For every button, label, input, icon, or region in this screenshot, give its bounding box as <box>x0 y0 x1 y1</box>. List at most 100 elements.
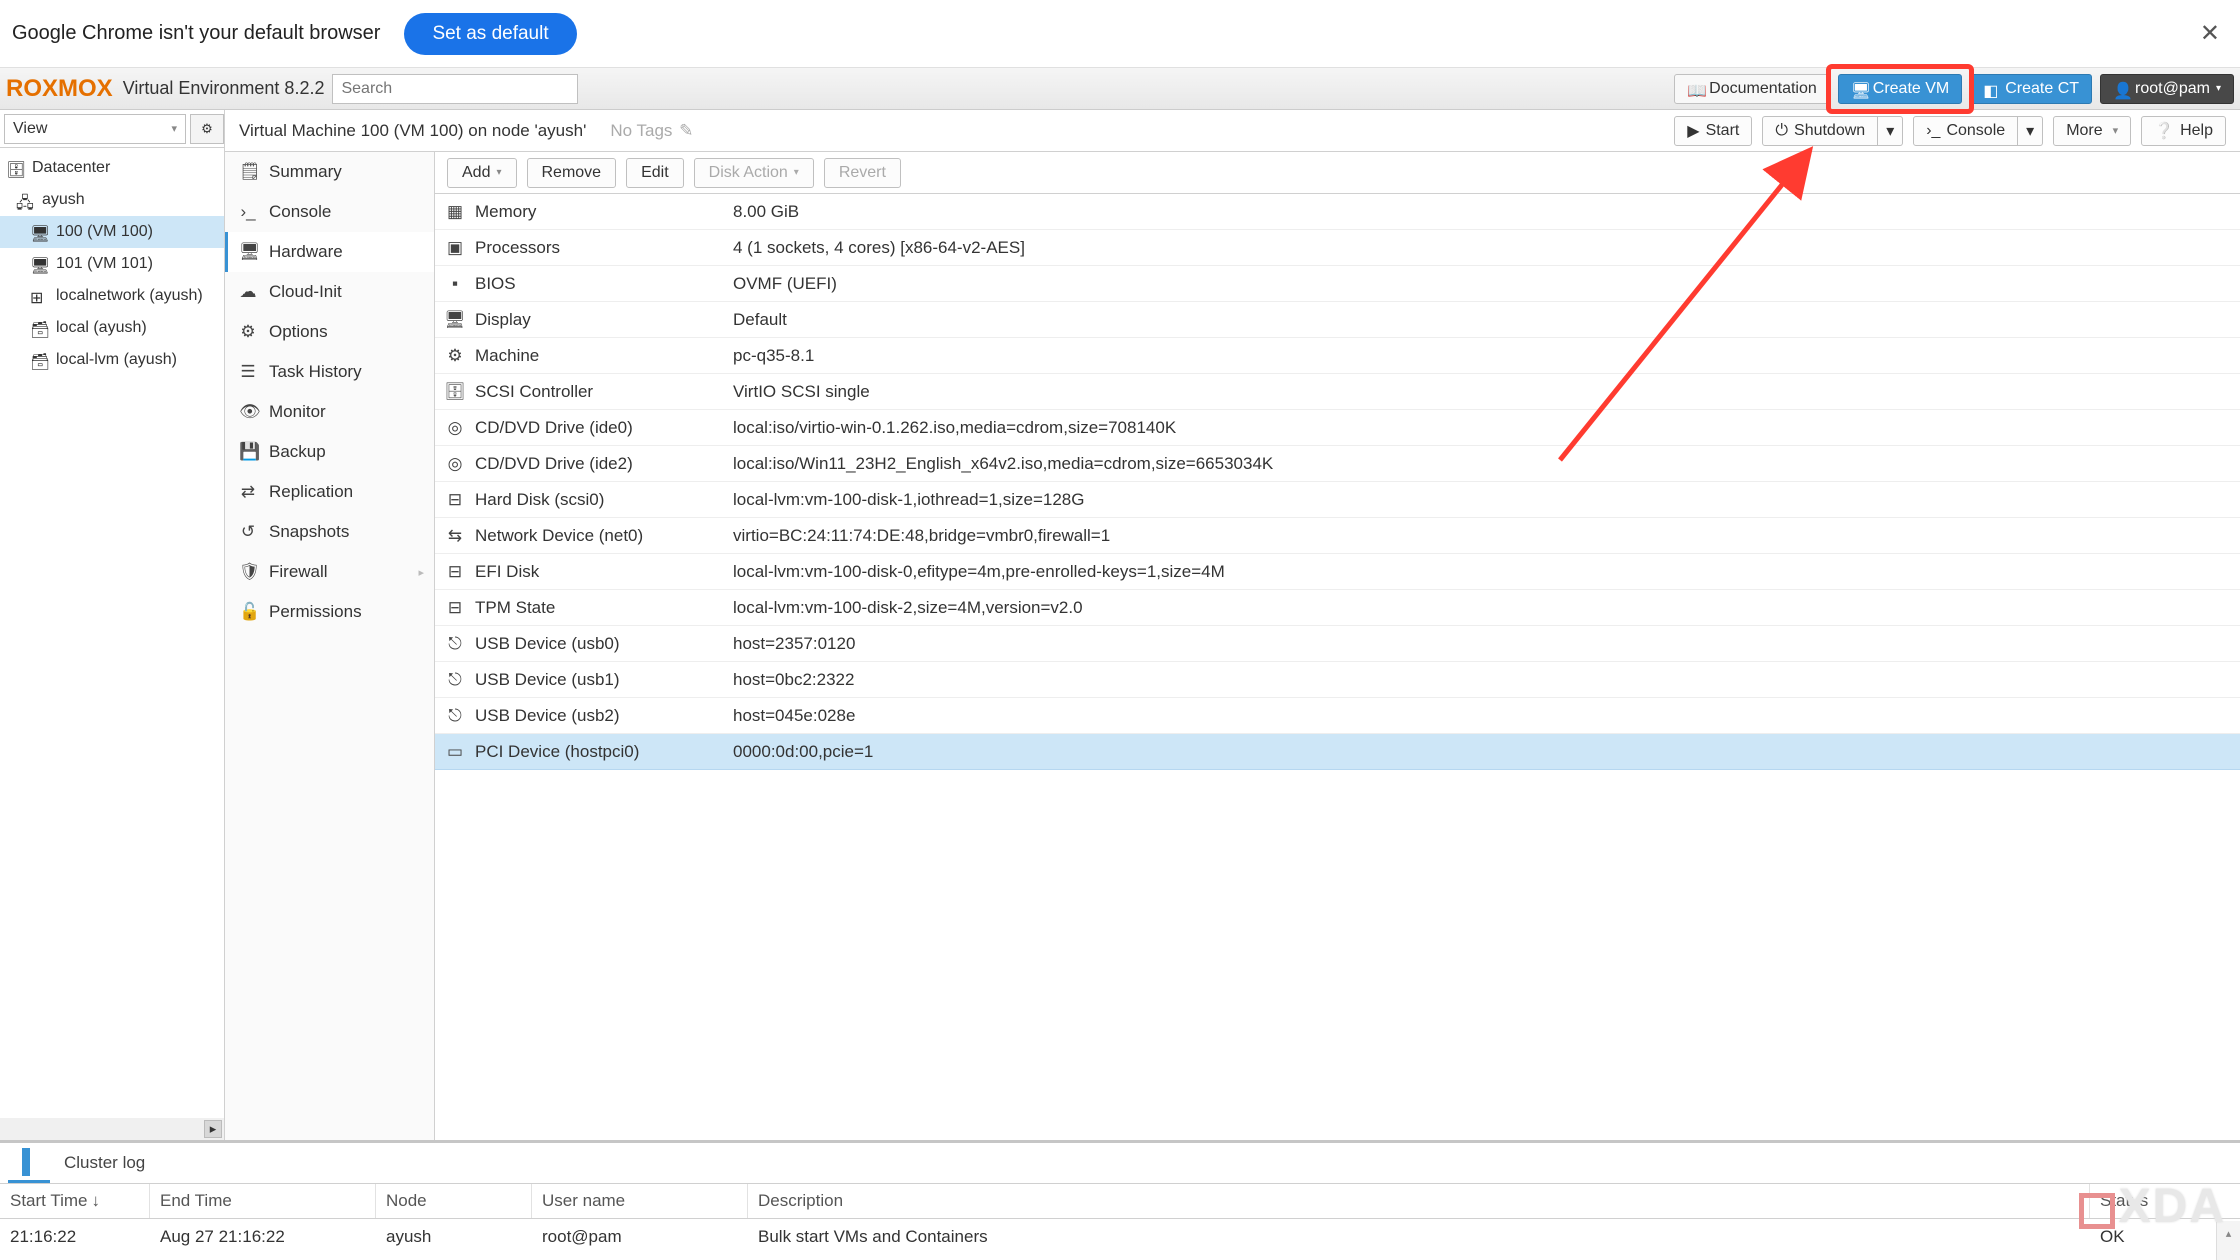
hw-machine[interactable]: ⚙Machinepc-q35-8.1 <box>435 338 2240 374</box>
tree-local-lvm-storage[interactable]: 🗃 local-lvm (ayush) <box>0 344 224 376</box>
hw-val: 0000:0d:00,pcie=1 <box>733 742 2240 762</box>
tree-datacenter[interactable]: 🗄 Datacenter <box>0 152 224 184</box>
hw-val: local-lvm:vm-100-disk-0,efitype=4m,pre-e… <box>733 562 2240 582</box>
col-end-time[interactable]: End Time <box>150 1184 376 1218</box>
tree-local-storage[interactable]: 🗃 local (ayush) <box>0 312 224 344</box>
hw-cd-ide2[interactable]: ◎CD/DVD Drive (ide2)local:iso/Win11_23H2… <box>435 446 2240 482</box>
view-selector[interactable]: View ▾ <box>4 114 186 144</box>
tab-backup[interactable]: 💾Backup <box>225 432 434 472</box>
hw-val: 8.00 GiB <box>733 202 2240 222</box>
chevron-down-icon: ▾ <box>171 122 177 135</box>
col-status[interactable]: Status <box>2090 1184 2240 1218</box>
tree-vm-100[interactable]: 🖥 100 (VM 100) <box>0 216 224 248</box>
gear-icon: ⚙ <box>239 322 257 342</box>
create-ct-label: Create CT <box>2005 80 2079 98</box>
edit-button[interactable]: Edit <box>626 158 684 188</box>
hw-usb2[interactable]: ⎋USB Device (usb2)host=045e:028e <box>435 698 2240 734</box>
hw-harddisk[interactable]: ⊟Hard Disk (scsi0)local-lvm:vm-100-disk-… <box>435 482 2240 518</box>
tree-node-ayush[interactable]: 🖧 ayush <box>0 184 224 216</box>
console-button[interactable]: ›_ Console <box>1913 116 2018 146</box>
terminal-icon: ›_ <box>1926 122 1940 140</box>
hw-tpm[interactable]: ⊟TPM Statelocal-lvm:vm-100-disk-2,size=4… <box>435 590 2240 626</box>
cell-end: Aug 27 21:16:22 <box>150 1219 376 1255</box>
tab-console[interactable]: ›_Console <box>225 192 434 232</box>
col-node[interactable]: Node <box>376 1184 532 1218</box>
console-menu-button[interactable]: ▾ <box>2018 116 2043 146</box>
disk-action-button[interactable]: Disk Action▾ <box>694 158 814 188</box>
tab-monitor[interactable]: 👁Monitor <box>225 392 434 432</box>
close-icon[interactable]: ✕ <box>2192 15 2228 52</box>
tab-label: Permissions <box>269 602 362 622</box>
tab-permissions[interactable]: 🔓Permissions <box>225 592 434 632</box>
hardware-grid: ▦Memory8.00 GiB ▣Processors4 (1 sockets,… <box>435 194 2240 1140</box>
hw-bios[interactable]: ▪BIOSOVMF (UEFI) <box>435 266 2240 302</box>
documentation-button[interactable]: 📖 Documentation <box>1674 74 1830 104</box>
no-tags[interactable]: No Tags ✎ <box>610 121 693 141</box>
col-label: Start Time <box>10 1191 87 1211</box>
tab-options[interactable]: ⚙ Options <box>225 312 434 352</box>
tab-cloudinit[interactable]: ☁Cloud-Init <box>225 272 434 312</box>
create-ct-button[interactable]: ◧ Create CT <box>1970 74 2092 104</box>
tree-vm-101[interactable]: 🖥 101 (VM 101) <box>0 248 224 280</box>
tab-replication[interactable]: ⇄Replication <box>225 472 434 512</box>
tab-summary[interactable]: 🗒Summary <box>225 152 434 192</box>
tree-h-scrollbar[interactable]: ▸ <box>0 1118 224 1140</box>
col-description[interactable]: Description <box>748 1184 2090 1218</box>
tab-firewall[interactable]: 🛡Firewall▸ <box>225 552 434 592</box>
tab-hardware[interactable]: 🖥Hardware <box>225 232 434 272</box>
cube-icon: ◧ <box>1983 81 1999 97</box>
add-button[interactable]: Add▾ <box>447 158 517 188</box>
tree-settings-button[interactable]: ⚙ <box>190 114 224 144</box>
hw-efidisk[interactable]: ⊟EFI Disklocal-lvm:vm-100-disk-0,efitype… <box>435 554 2240 590</box>
chevron-right-icon: ▸ <box>418 566 424 579</box>
usb-icon: ⎋ <box>435 670 475 690</box>
help-label: Help <box>2180 122 2213 140</box>
user-menu-button[interactable]: 👤 root@pam ▾ <box>2100 74 2234 104</box>
hw-netdev[interactable]: ⇆Network Device (net0)virtio=BC:24:11:74… <box>435 518 2240 554</box>
help-button[interactable]: ❔ Help <box>2141 116 2226 146</box>
tree-label: localnetwork (ayush) <box>56 287 203 305</box>
hw-processors[interactable]: ▣Processors4 (1 sockets, 4 cores) [x86-6… <box>435 230 2240 266</box>
log-v-scrollbar[interactable]: ▴ <box>2216 1221 2240 1260</box>
pci-icon: ▭ <box>435 742 475 762</box>
tab-snapshots[interactable]: ↺Snapshots <box>225 512 434 552</box>
version-text: Virtual Environment 8.2.2 <box>123 78 325 99</box>
shutdown-menu-button[interactable]: ▾ <box>1878 116 1903 146</box>
tab-cluster-log[interactable]: Cluster log <box>50 1143 159 1183</box>
documentation-label: Documentation <box>1709 80 1817 98</box>
server-icon: 🗄 <box>6 160 24 176</box>
hw-usb0[interactable]: ⎋USB Device (usb0)host=2357:0120 <box>435 626 2240 662</box>
hw-memory[interactable]: ▦Memory8.00 GiB <box>435 194 2240 230</box>
set-default-button[interactable]: Set as default <box>404 13 576 55</box>
shutdown-button[interactable]: ⏻ Shutdown <box>1762 116 1878 146</box>
cell-node: ayush <box>376 1219 532 1255</box>
tab-label: Options <box>269 322 328 342</box>
power-icon: ⏻ <box>1775 122 1788 140</box>
revert-button[interactable]: Revert <box>824 158 901 188</box>
start-button[interactable]: ▶ Start <box>1674 116 1752 146</box>
hw-display[interactable]: 🖥DisplayDefault <box>435 302 2240 338</box>
more-button[interactable]: More ▾ <box>2053 116 2131 146</box>
tab-tasks[interactable]: Tasks <box>8 1143 50 1183</box>
remove-button[interactable]: Remove <box>527 158 617 188</box>
pencil-icon: ✎ <box>679 121 693 140</box>
scroll-up-icon[interactable]: ▴ <box>2217 1221 2240 1245</box>
hdd-icon: ⊟ <box>435 598 475 618</box>
tab-task-history[interactable]: ☰Task History <box>225 352 434 392</box>
help-icon: ❔ <box>2154 121 2174 141</box>
hw-key: PCI Device (hostpci0) <box>475 742 733 762</box>
col-user[interactable]: User name <box>532 1184 748 1218</box>
log-row[interactable]: 21:16:22 Aug 27 21:16:22 ayush root@pam … <box>0 1219 2240 1255</box>
scrollbar-right-arrow-icon[interactable]: ▸ <box>204 1120 222 1138</box>
hw-usb1[interactable]: ⎋USB Device (usb1)host=0bc2:2322 <box>435 662 2240 698</box>
hw-pci0[interactable]: ▭PCI Device (hostpci0)0000:0d:00,pcie=1 <box>435 734 2240 770</box>
hw-scsi[interactable]: 🗄SCSI ControllerVirtIO SCSI single <box>435 374 2240 410</box>
hw-cd-ide0[interactable]: ◎CD/DVD Drive (ide0)local:iso/virtio-win… <box>435 410 2240 446</box>
col-start-time[interactable]: Start Time ↓ <box>0 1184 150 1218</box>
create-vm-button[interactable]: 🖥 Create VM <box>1838 74 1962 104</box>
chevron-down-icon: ▾ <box>2026 121 2034 141</box>
tab-label: Cloud-Init <box>269 282 342 302</box>
search-input[interactable] <box>332 74 578 104</box>
book-icon: 📖 <box>1687 81 1703 97</box>
tree-localnetwork[interactable]: ⊞ localnetwork (ayush) <box>0 280 224 312</box>
